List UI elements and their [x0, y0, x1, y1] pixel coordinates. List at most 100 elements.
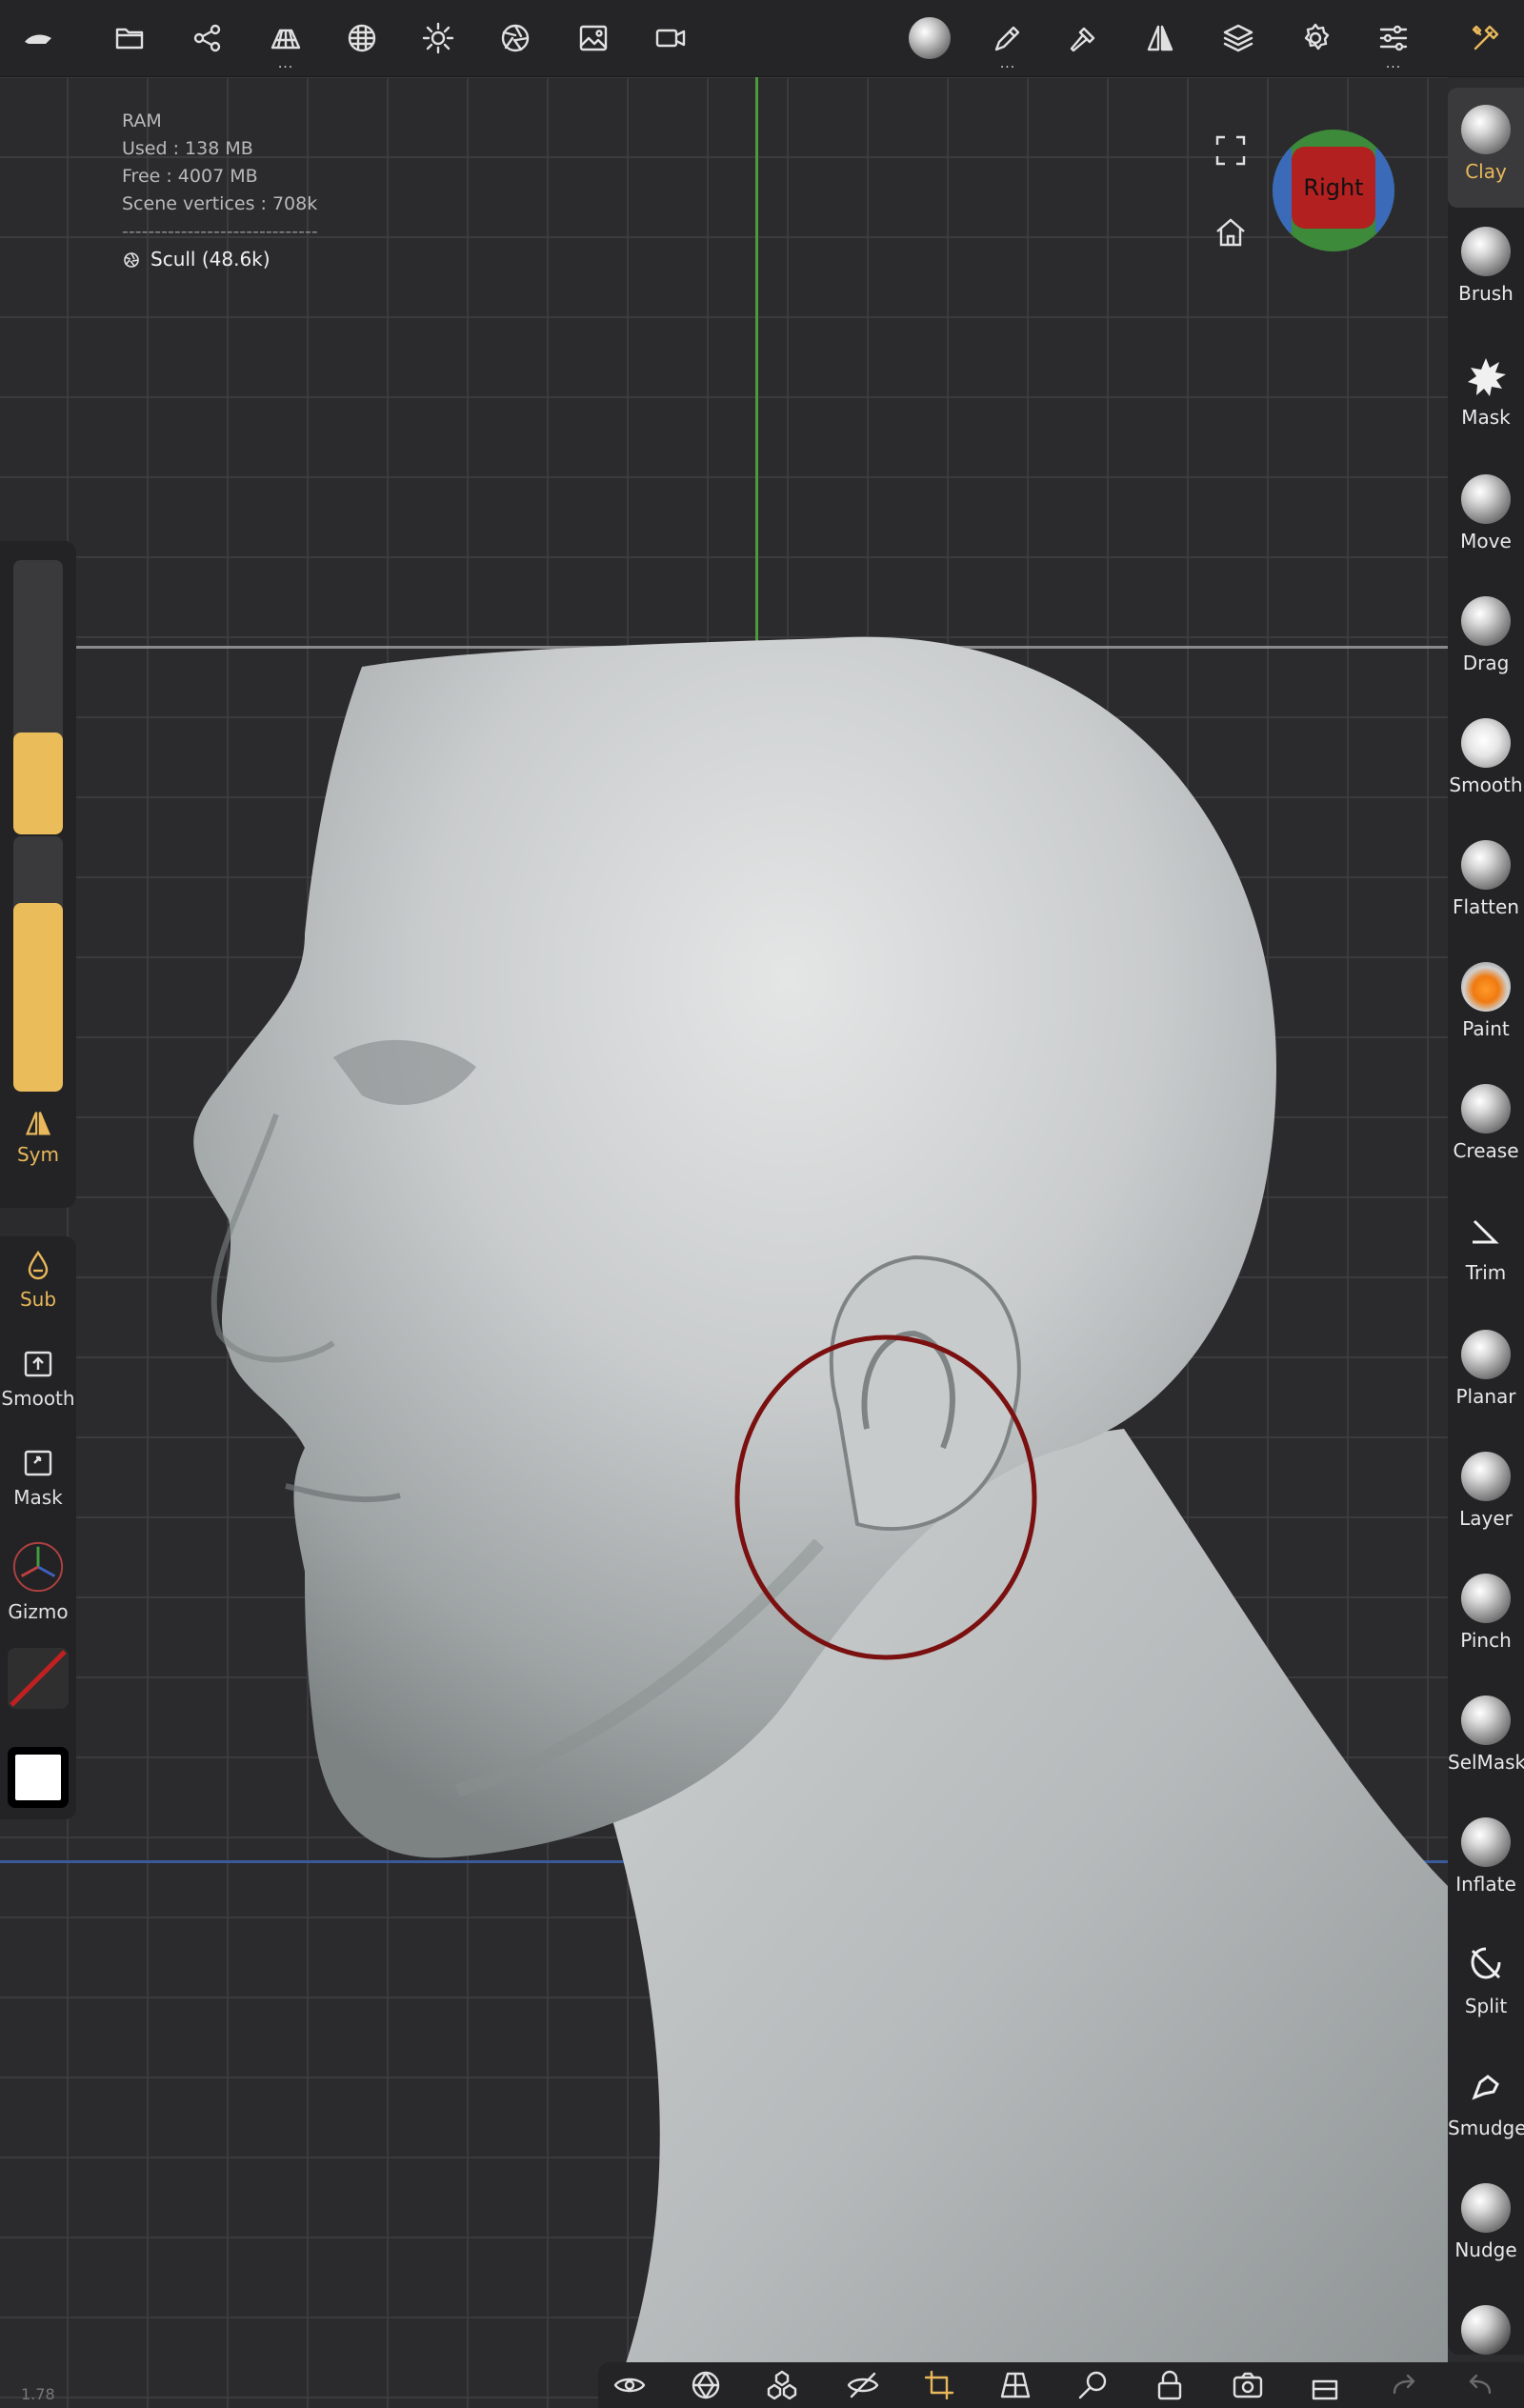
left-tools-panel: Sub Smooth Mask Gizmo — [0, 1236, 76, 1819]
crop-icon[interactable] — [922, 2368, 962, 2408]
pencil-icon[interactable]: ... — [985, 15, 1031, 70]
trim-icon — [1473, 1219, 1499, 1244]
visibility-eye-icon[interactable] — [612, 2368, 652, 2408]
camera-aperture-icon[interactable] — [492, 15, 538, 61]
tool-more[interactable] — [1448, 2305, 1524, 2360]
tool-brush-label: Brush — [1458, 282, 1514, 305]
gizmo-button[interactable]: Gizmo — [0, 1539, 76, 1623]
tool-paint-label: Paint — [1462, 1017, 1510, 1040]
tool-split-label: Split — [1464, 1995, 1508, 2017]
tool-layer-label: Layer — [1459, 1507, 1513, 1530]
grid-floor-icon[interactable] — [998, 2368, 1038, 2408]
tool-inflate[interactable]: Inflate — [1448, 1817, 1524, 1896]
wireframe-icon[interactable] — [689, 2368, 729, 2408]
nudge-icon — [1461, 2183, 1511, 2233]
tool-pinch-label: Pinch — [1460, 1629, 1512, 1652]
tool-crease[interactable]: Crease — [1448, 1084, 1524, 1162]
sym-label: Sym — [16, 1143, 59, 1166]
primary-color-swatch[interactable] — [8, 1747, 69, 1808]
settings-icon[interactable] — [1293, 15, 1338, 61]
tool-split[interactable]: Split — [1448, 1939, 1524, 2017]
tool-layer[interactable]: Layer — [1448, 1452, 1524, 1530]
share-icon[interactable] — [185, 15, 231, 61]
light-icon[interactable] — [415, 15, 461, 61]
hide-eye-icon[interactable] — [846, 2368, 886, 2408]
symmetry-icon[interactable] — [1137, 15, 1183, 61]
tool-inflate-label: Inflate — [1455, 1873, 1516, 1896]
tool-move[interactable]: Move — [1448, 474, 1524, 552]
history-panel-icon[interactable] — [1308, 2368, 1348, 2408]
instances-icon[interactable] — [765, 2368, 805, 2408]
tool-smudge-label: Smudge — [1448, 2117, 1524, 2139]
planar-icon — [1461, 1330, 1511, 1379]
sculpt-head-model[interactable] — [0, 76, 1448, 2408]
sliders-icon[interactable]: ... — [1371, 15, 1416, 70]
smooth-button[interactable]: Smooth — [0, 1347, 76, 1410]
tool-trim[interactable]: Trim — [1448, 1206, 1524, 1284]
tool-planar-label: Planar — [1455, 1385, 1516, 1408]
intensity-slider-fill — [13, 902, 63, 1092]
right-tool-panel: Clay Brush Mask Move Drag Smooth Flatten… — [1448, 88, 1524, 2355]
drop-icon — [28, 1250, 49, 1280]
smooth-box-icon — [24, 1351, 52, 1377]
top-toolbar: ... ... ... — [0, 0, 1524, 77]
sphere-icon[interactable] — [907, 15, 952, 61]
folder-icon[interactable] — [107, 15, 152, 61]
redo-icon[interactable] — [1387, 2368, 1427, 2408]
tool-move-label: Move — [1460, 530, 1512, 552]
tool-pinch[interactable]: Pinch — [1448, 1574, 1524, 1652]
video-icon[interactable] — [648, 15, 693, 61]
paint-icon — [1461, 962, 1511, 1012]
view-cube[interactable]: Right — [1273, 130, 1394, 251]
tool-mask[interactable]: Mask — [1448, 351, 1524, 429]
tools-icon[interactable] — [1463, 15, 1509, 61]
tool-nudge[interactable]: Nudge — [1448, 2183, 1524, 2261]
sub-button[interactable]: Sub — [0, 1248, 76, 1311]
tool-flatten[interactable]: Flatten — [1448, 840, 1524, 918]
tool-smooth[interactable]: Smooth — [1448, 718, 1524, 796]
view-cube-right-face[interactable] — [1375, 149, 1394, 232]
intensity-slider[interactable] — [13, 836, 63, 1092]
tool-planar[interactable]: Planar — [1448, 1330, 1524, 1408]
scene-info: RAM Used : 138 MB Free : 4007 MB Scene v… — [122, 108, 318, 273]
view-cube-left-face[interactable] — [1273, 149, 1292, 232]
tool-clay[interactable]: Clay — [1448, 88, 1524, 208]
version-label: 1.78 — [21, 2385, 55, 2403]
secondary-color-swatch[interactable] — [8, 1648, 69, 1709]
material-icon[interactable] — [339, 15, 385, 61]
layers-icon[interactable] — [1215, 15, 1261, 61]
camera-reset-icon[interactable] — [1231, 2368, 1271, 2408]
smooth-label: Smooth — [1, 1387, 75, 1410]
flatten-icon — [1461, 840, 1511, 890]
view-cube-front-face[interactable]: Right — [1292, 147, 1375, 229]
tool-smudge[interactable]: Smudge — [1448, 2061, 1524, 2139]
3d-viewport[interactable] — [0, 76, 1448, 2408]
tool-selmask[interactable]: SelMask — [1448, 1696, 1524, 1774]
radius-slider[interactable] — [13, 560, 63, 834]
tool-brush[interactable]: Brush — [1448, 227, 1524, 305]
hammer-icon[interactable] — [1061, 15, 1107, 61]
lock-icon[interactable] — [1153, 2368, 1193, 2408]
mask-button[interactable]: Mask — [0, 1446, 76, 1509]
mask-box-icon — [24, 1450, 52, 1476]
undo-icon[interactable] — [1463, 2368, 1503, 2408]
tool-drag-label: Drag — [1462, 652, 1510, 674]
split-icon — [1471, 1947, 1501, 1979]
selmask-icon — [1461, 1696, 1511, 1745]
info-separator: ------------------------------ — [122, 221, 318, 242]
topology-icon[interactable]: ... — [263, 15, 309, 70]
tool-clay-label: Clay — [1465, 160, 1507, 183]
image-icon[interactable] — [571, 15, 616, 61]
sym-toggle[interactable]: Sym — [0, 1107, 76, 1166]
frame-icon[interactable] — [1213, 133, 1248, 168]
object-entry[interactable]: Scull (48.6k) — [122, 246, 318, 273]
tool-flatten-label: Flatten — [1453, 895, 1519, 918]
tool-drag[interactable]: Drag — [1448, 596, 1524, 674]
nomad-logo-icon[interactable] — [15, 15, 61, 61]
home-icon[interactable] — [1213, 215, 1248, 250]
bottom-toolbar — [598, 2362, 1524, 2408]
ram-used: Used : 138 MB — [122, 138, 253, 159]
tool-paint[interactable]: Paint — [1448, 962, 1524, 1040]
sym-icon — [25, 1112, 51, 1135]
zoom-icon[interactable] — [1076, 2368, 1116, 2408]
